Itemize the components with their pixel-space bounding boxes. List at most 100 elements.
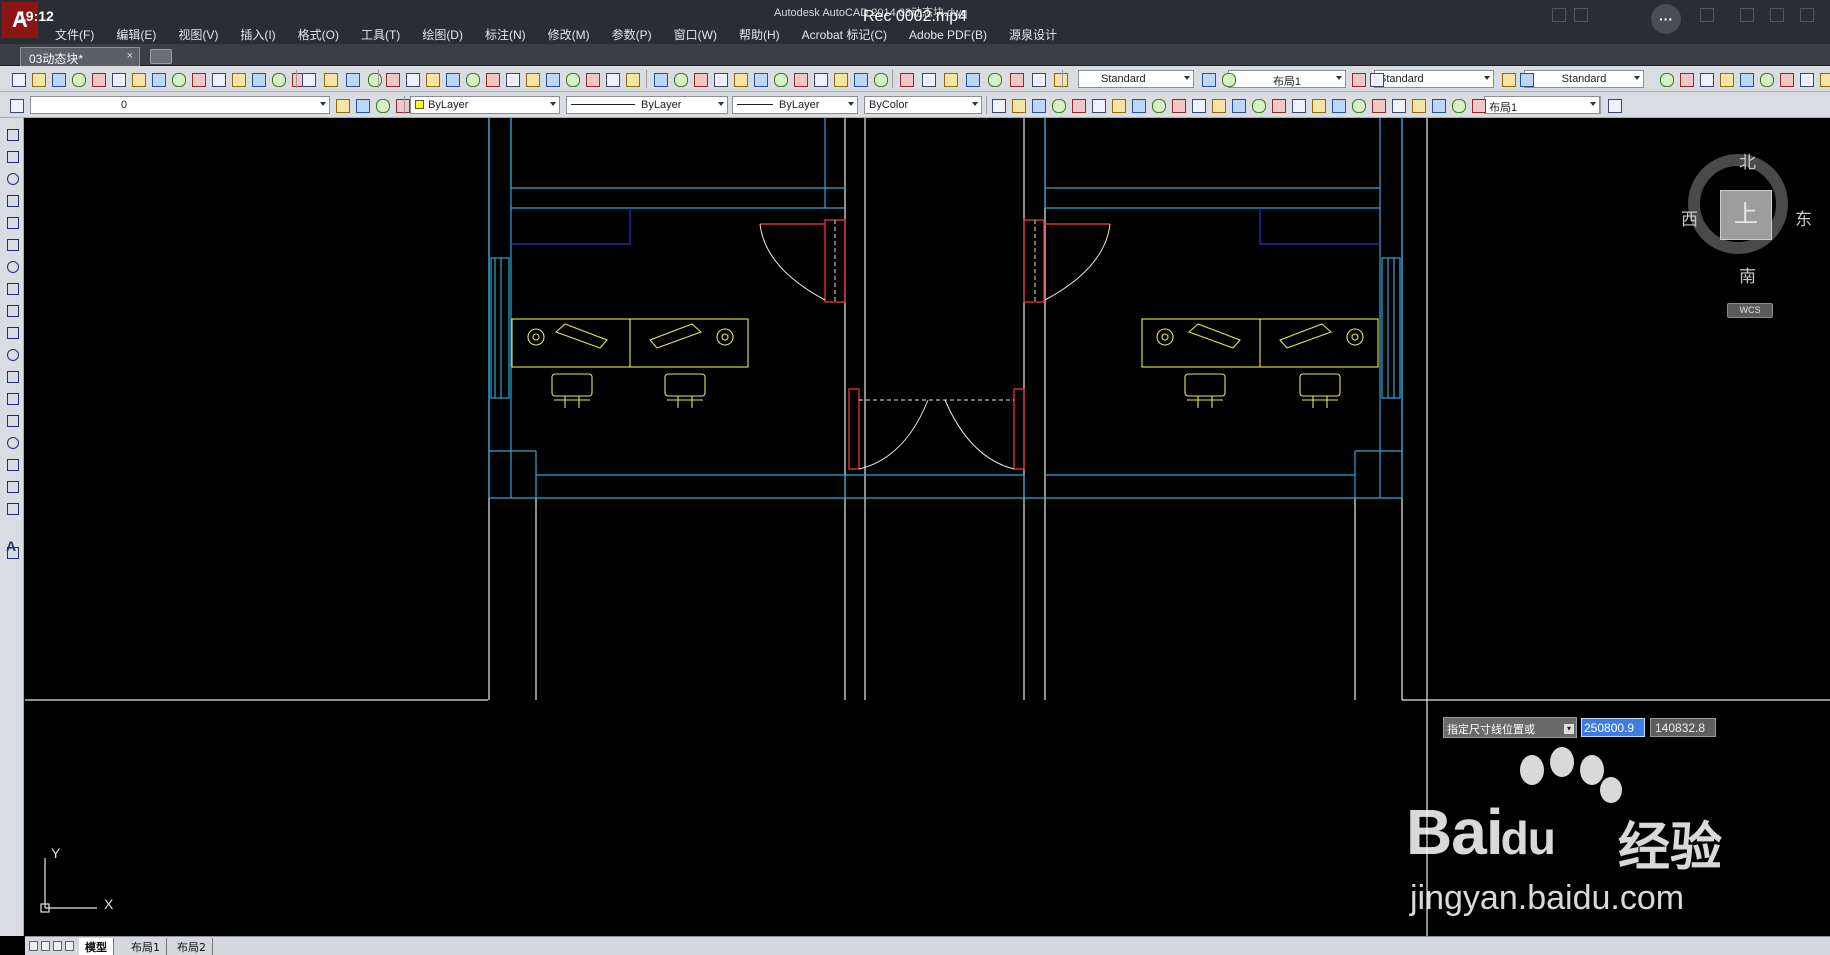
- standard-tool-icon[interactable]: [1220, 71, 1236, 87]
- layer-tool-icon[interactable]: [1310, 97, 1326, 113]
- standard-tool-icon[interactable]: [1030, 71, 1046, 87]
- draw-tool-icon[interactable]: [4, 236, 20, 252]
- menu-adobe-pdf[interactable]: Adobe PDF(B): [898, 26, 998, 44]
- layer-tool-icon[interactable]: [1210, 97, 1226, 113]
- draw-tool-icon[interactable]: [4, 258, 20, 274]
- standard-tool-icon[interactable]: [150, 71, 166, 87]
- linetype-select[interactable]: ByLayer: [566, 96, 728, 114]
- draw-tool-icon[interactable]: [4, 302, 20, 318]
- menu-window[interactable]: 窗口(W): [663, 26, 728, 44]
- standard-tool-icon[interactable]: [752, 71, 768, 87]
- standard-tool-icon[interactable]: [732, 71, 748, 87]
- draw-tool-icon[interactable]: [4, 412, 20, 428]
- draw-tool-icon[interactable]: [4, 280, 20, 296]
- standard-tool-icon[interactable]: [230, 71, 246, 87]
- layer-tool-icon[interactable]: [1270, 97, 1286, 113]
- layer-tool-icon[interactable]: [1170, 97, 1186, 113]
- menu-edit[interactable]: 编辑(E): [105, 26, 167, 44]
- menu-draw[interactable]: 绘图(D): [411, 26, 474, 44]
- standard-tool-icon[interactable]: [190, 71, 206, 87]
- layer-tool-icon[interactable]: [1250, 97, 1266, 113]
- table-style-select[interactable]: Standard: [1374, 70, 1494, 88]
- layer-tool-icon[interactable]: [1090, 97, 1106, 113]
- menu-yuanquan[interactable]: 源泉设计: [998, 26, 1068, 44]
- standard-tool-icon[interactable]: [10, 71, 26, 87]
- layout-select[interactable]: 布局1: [1228, 70, 1346, 88]
- standard-tool-icon[interactable]: [404, 71, 420, 87]
- draw-tool-icon[interactable]: [4, 500, 20, 516]
- standard-tool-icon[interactable]: [300, 71, 316, 87]
- standard-tool-icon[interactable]: [130, 71, 146, 87]
- standard-tool-icon[interactable]: [584, 71, 600, 87]
- draw-tool-icon[interactable]: [4, 456, 20, 472]
- minimize-icon[interactable]: [1740, 8, 1754, 22]
- prev-layout-icon[interactable]: [41, 941, 50, 951]
- maximize-icon[interactable]: [1770, 8, 1784, 22]
- layer-tool-icon[interactable]: [1110, 97, 1126, 113]
- standard-tool-icon[interactable]: [1678, 71, 1694, 87]
- lineweight-select[interactable]: ByLayer: [732, 96, 858, 114]
- layer-tool-icon[interactable]: [1410, 97, 1426, 113]
- standard-tool-icon[interactable]: [30, 71, 46, 87]
- layer-select[interactable]: 0: [30, 96, 330, 114]
- standard-tool-icon[interactable]: [792, 71, 808, 87]
- standard-tool-icon[interactable]: [464, 71, 480, 87]
- menu-help[interactable]: 帮助(H): [728, 26, 791, 44]
- standard-tool-icon[interactable]: [1758, 71, 1774, 87]
- layer-tool-icon[interactable]: [8, 97, 24, 113]
- layer-tool-icon[interactable]: [1290, 97, 1306, 113]
- user-icon[interactable]: [1574, 8, 1588, 22]
- standard-tool-icon[interactable]: [942, 71, 958, 87]
- draw-tool-icon[interactable]: [4, 324, 20, 340]
- draw-tool-icon[interactable]: [4, 434, 20, 450]
- standard-tool-icon[interactable]: [1518, 71, 1534, 87]
- standard-tool-icon[interactable]: [366, 71, 382, 87]
- standard-tool-icon[interactable]: [1200, 71, 1216, 87]
- dynamic-input-x-field[interactable]: 250800.9: [1581, 718, 1645, 737]
- tab-layout2[interactable]: 布局2: [171, 938, 213, 955]
- layer-tool-icon[interactable]: [1330, 97, 1346, 113]
- standard-tool-icon[interactable]: [604, 71, 620, 87]
- standard-tool-icon[interactable]: [484, 71, 500, 87]
- draw-tool-icon[interactable]: [4, 214, 20, 230]
- standard-tool-icon[interactable]: [544, 71, 560, 87]
- standard-tool-icon[interactable]: [652, 71, 668, 87]
- layer-tool-icon[interactable]: [334, 97, 350, 113]
- draw-tool-icon[interactable]: [4, 390, 20, 406]
- document-tab[interactable]: 03动态块* ×: [20, 47, 140, 66]
- draw-tool-icon[interactable]: [4, 170, 20, 186]
- draw-tool-icon[interactable]: [4, 192, 20, 208]
- layer-tool-icon[interactable]: [1150, 97, 1166, 113]
- close-tab-icon[interactable]: ×: [127, 50, 133, 62]
- standard-tool-icon[interactable]: [1008, 71, 1024, 87]
- draw-tool-icon[interactable]: [4, 346, 20, 362]
- draw-tool-icon[interactable]: [4, 544, 20, 560]
- menu-acrobat[interactable]: Acrobat 标记(C): [791, 26, 898, 44]
- standard-tool-icon[interactable]: [70, 71, 86, 87]
- next-layout-icon[interactable]: [53, 941, 62, 951]
- standard-tool-icon[interactable]: [832, 71, 848, 87]
- layer-tool-icon[interactable]: [1190, 97, 1206, 113]
- standard-tool-icon[interactable]: [624, 71, 640, 87]
- layer-tool-icon[interactable]: [1430, 97, 1446, 113]
- standard-tool-icon[interactable]: [90, 71, 106, 87]
- standard-tool-icon[interactable]: [672, 71, 688, 87]
- standard-tool-icon[interactable]: [110, 71, 126, 87]
- standard-tool-icon[interactable]: [564, 71, 580, 87]
- standard-tool-icon[interactable]: [1778, 71, 1794, 87]
- standard-tool-icon[interactable]: [1368, 71, 1384, 87]
- plotstyle-select[interactable]: ByColor: [864, 96, 982, 114]
- menu-parametric[interactable]: 参数(P): [601, 26, 663, 44]
- search-icon[interactable]: [1552, 8, 1566, 22]
- standard-tool-icon[interactable]: [772, 71, 788, 87]
- color-select[interactable]: ByLayer: [410, 96, 560, 114]
- standard-tool-icon[interactable]: [1658, 71, 1674, 87]
- standard-tool-icon[interactable]: [504, 71, 520, 87]
- standard-tool-icon[interactable]: [524, 71, 540, 87]
- draw-tool-icon[interactable]: [4, 126, 20, 142]
- first-layout-icon[interactable]: [29, 941, 38, 951]
- standard-tool-icon[interactable]: [964, 71, 980, 87]
- viewcube-west-label[interactable]: 西: [1681, 205, 1698, 230]
- standard-tool-icon[interactable]: [986, 71, 1002, 87]
- standard-tool-icon[interactable]: [1350, 71, 1366, 87]
